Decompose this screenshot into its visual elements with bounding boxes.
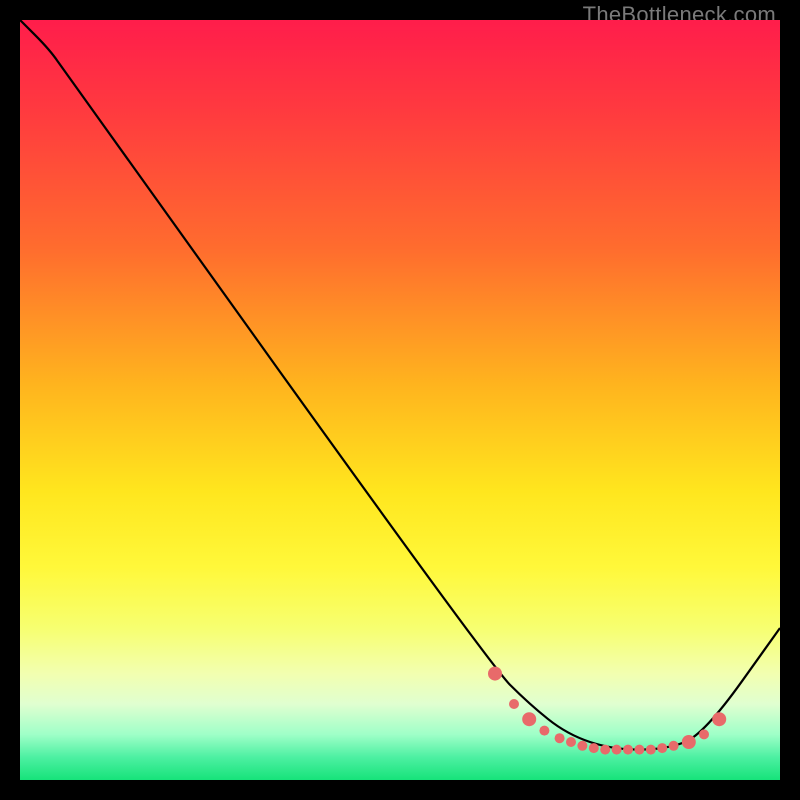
gradient-background — [20, 20, 780, 780]
highlight-dot — [577, 741, 587, 751]
highlight-dot — [539, 726, 549, 736]
highlight-dot — [612, 745, 622, 755]
bottleneck-chart — [20, 20, 780, 780]
highlight-dot — [646, 745, 656, 755]
highlight-dot — [699, 729, 709, 739]
highlight-dot — [657, 743, 667, 753]
highlight-dot — [712, 712, 726, 726]
highlight-dot — [600, 745, 610, 755]
highlight-dot — [509, 699, 519, 709]
highlight-dot — [522, 712, 536, 726]
highlight-dot — [555, 733, 565, 743]
highlight-dot — [634, 745, 644, 755]
highlight-dot — [566, 737, 576, 747]
highlight-dot — [488, 667, 502, 681]
highlight-dot — [682, 735, 696, 749]
highlight-dot — [589, 743, 599, 753]
highlight-dot — [669, 741, 679, 751]
highlight-dot — [623, 745, 633, 755]
